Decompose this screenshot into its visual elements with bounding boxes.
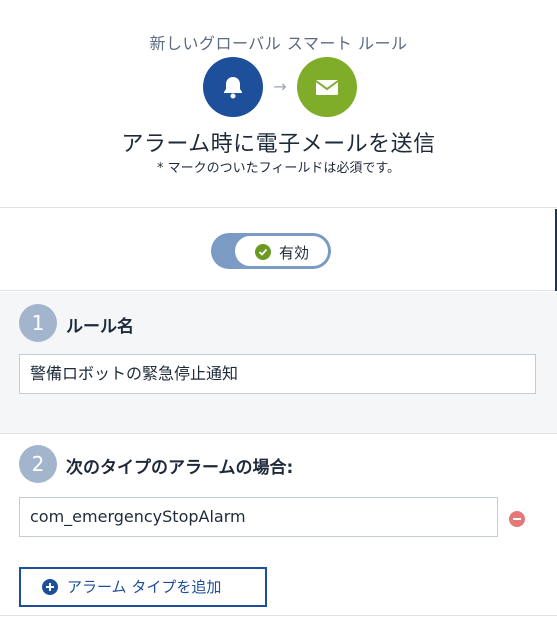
required-note: * マークのついたフィールドは必須です。 <box>156 161 401 176</box>
enable-toggle[interactable]: 有効 <box>211 233 331 269</box>
toggle-label: 有効 <box>279 244 310 262</box>
step-number-2: 2 <box>19 445 57 483</box>
page-title: アラーム時に電子メールを送信 <box>121 132 436 157</box>
alarm-type-input[interactable]: com_emergencyStopAlarm <box>19 497 498 537</box>
arrow-right-icon: → <box>273 77 287 96</box>
minus-circle-icon[interactable] <box>509 511 525 527</box>
rule-flow-icons: → <box>203 57 357 117</box>
mail-icon <box>297 57 357 117</box>
plus-circle-icon <box>42 579 58 595</box>
check-circle-icon <box>255 244 271 260</box>
rule-header: 新しいグローバル スマート ルール → アラーム時に電子メールを送信 * マーク… <box>0 0 557 208</box>
header-subtitle: 新しいグローバル スマート ルール <box>149 34 408 53</box>
rule-name-label: ルール名 <box>66 317 134 337</box>
alarm-type-label: 次のタイプのアラームの場合: <box>66 458 294 478</box>
rule-name-section: 1 ルール名 警備ロボットの緊急停止通知 <box>0 292 557 434</box>
add-alarm-type-label: アラーム タイプを追加 <box>67 578 222 596</box>
toggle-knob[interactable]: 有効 <box>234 235 329 267</box>
alarm-type-section: 2 次のタイプのアラームの場合: com_emergencyStopAlarm … <box>0 435 557 616</box>
enable-section: 有効 <box>0 209 557 291</box>
rule-name-input[interactable]: 警備ロボットの緊急停止通知 <box>19 354 536 394</box>
add-alarm-type-button[interactable]: アラーム タイプを追加 <box>19 567 267 607</box>
step-number-1: 1 <box>19 304 57 342</box>
bell-icon <box>203 57 263 117</box>
smart-rule-page: 新しいグローバル スマート ルール → アラーム時に電子メールを送信 * マーク… <box>0 0 557 618</box>
